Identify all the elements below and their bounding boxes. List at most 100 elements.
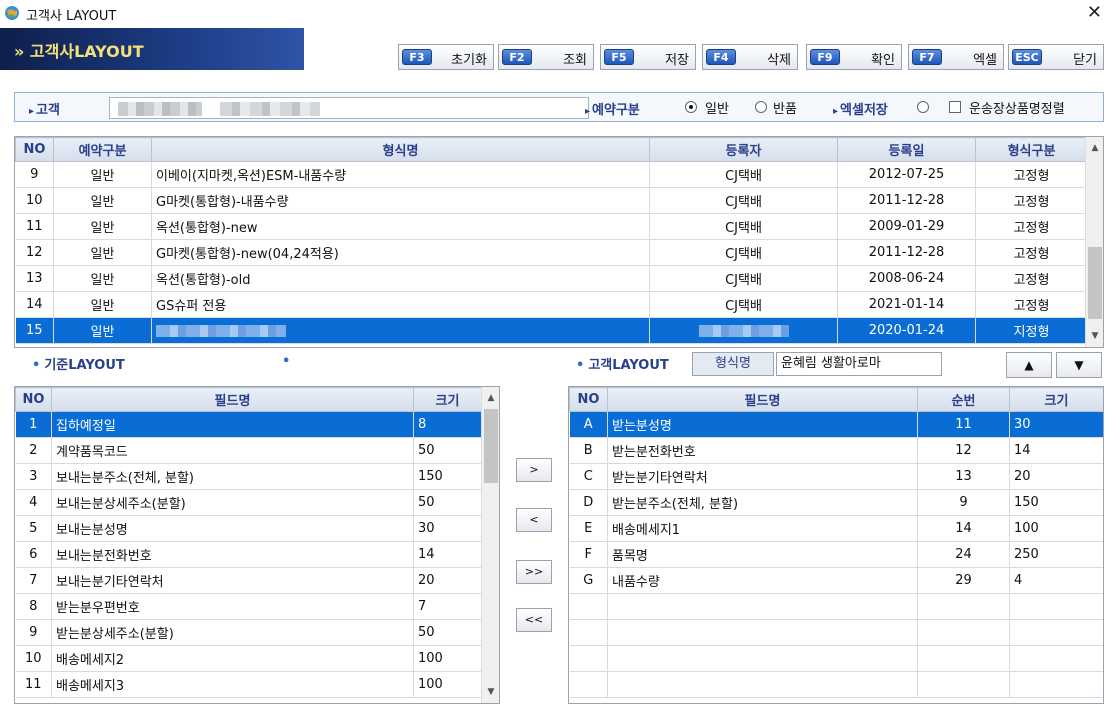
cust-field-cell: 받는분전화번호: [607, 437, 918, 464]
col-format-name[interactable]: 형식명: [151, 137, 650, 162]
col-no[interactable]: NO: [15, 387, 52, 412]
excel-button[interactable]: F7 엑셀: [908, 44, 1004, 70]
table-row[interactable]: 2 계약품목코드 50: [15, 437, 482, 464]
format-name-label: 형식명: [692, 352, 774, 376]
cust-field-cell: 20: [1009, 463, 1103, 490]
table-row[interactable]: A 받는분성명 11 30: [569, 411, 1103, 438]
window-title: 고객사 LAYOUT: [26, 9, 117, 24]
table-row[interactable]: B 받는분전화번호 12 14: [569, 437, 1103, 464]
save-button[interactable]: F5 저장: [600, 44, 696, 70]
close-label: 닫기: [1073, 53, 1097, 68]
table-row[interactable]: 9 받는분상세주소(분할) 50: [15, 619, 482, 646]
bullet-icon: •: [282, 354, 291, 369]
scroll-up-icon[interactable]: ▲: [482, 389, 499, 407]
base-layout-table: NO 필드명 크기 1 집하예정일 8 2 계약품목코드 50 3 보내는분주소(전체, 분할…: [15, 387, 482, 698]
confirm-button[interactable]: F9 확인: [806, 44, 902, 70]
scroll-thumb[interactable]: [1088, 247, 1102, 319]
add-all-fields-button[interactable]: >>: [516, 560, 552, 584]
cust-field-cell: [607, 671, 918, 698]
table-row[interactable]: 10 배송메세지2 100: [15, 645, 482, 672]
base-field-cell: 7: [413, 593, 482, 620]
reset-label: 초기화: [451, 53, 487, 68]
col-field-name[interactable]: 필드명: [607, 387, 918, 412]
table-row[interactable]: 1 집하예정일 8: [15, 411, 482, 438]
col-format-type[interactable]: 형식구분: [975, 137, 1088, 162]
format-cell: 15: [15, 317, 54, 344]
remove-field-button[interactable]: <: [516, 508, 552, 532]
search-button[interactable]: F2 조회: [498, 44, 594, 70]
table-row[interactable]: 6 보내는분전화번호 14: [15, 541, 482, 568]
delete-button[interactable]: F4 삭제: [702, 44, 798, 70]
customer-input[interactable]: [109, 97, 589, 119]
table-row[interactable]: 11 배송메세지3 100: [15, 671, 482, 698]
table-row[interactable]: 3 보내는분주소(전체, 분할) 150: [15, 463, 482, 490]
close-button[interactable]: ESC 닫기: [1008, 44, 1104, 70]
cust-field-cell: 14: [1009, 437, 1103, 464]
table-row[interactable]: 10 일반 G마켓(통합형)-내품수량 CJ택배 2011-12-28 고정형: [15, 187, 1088, 214]
col-reg-date[interactable]: 등록일: [837, 137, 976, 162]
table-row[interactable]: 14 일반 GS슈퍼 전용 CJ택배 2021-01-14 고정형: [15, 291, 1088, 318]
format-cell: 고정형: [975, 239, 1088, 266]
cust-field-cell: 29: [917, 567, 1010, 594]
delete-label: 삭제: [767, 53, 791, 68]
table-row[interactable]: 15 일반 2020-01-24 지정형: [15, 317, 1088, 344]
add-field-button[interactable]: >: [516, 458, 552, 482]
move-down-button[interactable]: ▼: [1056, 352, 1102, 378]
table-row[interactable]: 12 일반 G마켓(통합형)-new(04,24적용) CJ택배 2011-12-28 고…: [15, 239, 1088, 266]
arrow-right-icon: ▸: [29, 106, 35, 117]
table-row[interactable]: C 받는분기타연락처 13 20: [569, 463, 1103, 490]
table-row[interactable]: [569, 671, 1103, 698]
format-cell: 2008-06-24: [837, 265, 976, 292]
col-size[interactable]: 크기: [413, 387, 482, 412]
move-up-button[interactable]: ▲: [1006, 352, 1052, 378]
excel-save-label: ▸ 엑셀저장: [833, 103, 888, 118]
sort-checkbox[interactable]: [949, 101, 961, 113]
col-no[interactable]: NO: [569, 387, 608, 412]
reset-button[interactable]: F3 초기화: [398, 44, 494, 70]
base-layout-scrollbar[interactable]: ▲ ▼: [481, 387, 499, 703]
format-cell: 일반: [53, 161, 152, 188]
col-field-name[interactable]: 필드명: [51, 387, 414, 412]
table-row[interactable]: 9 일반 이베이(지마켓,옥션)ESM-내품수량 CJ택배 2012-07-25 고정형: [15, 161, 1088, 188]
format-cell: 13: [15, 265, 54, 292]
table-row[interactable]: 11 일반 옥션(통합형)-new CJ택배 2009-01-29 고정형: [15, 213, 1088, 240]
scroll-down-icon[interactable]: ▼: [1086, 327, 1103, 345]
format-cell: 고정형: [975, 213, 1088, 240]
table-row[interactable]: E 배송메세지1 14 100: [569, 515, 1103, 542]
format-cell: 옥션(통합형)-new: [151, 213, 650, 240]
base-field-cell: 2: [15, 437, 52, 464]
radio-return[interactable]: [755, 101, 767, 113]
radio-excel-save[interactable]: [917, 101, 929, 113]
radio-normal[interactable]: [685, 101, 697, 113]
col-no[interactable]: NO: [15, 137, 54, 162]
col-size[interactable]: 크기: [1009, 387, 1103, 412]
table-row[interactable]: [569, 645, 1103, 672]
table-row[interactable]: 5 보내는분성명 30: [15, 515, 482, 542]
base-field-cell: 1: [15, 411, 52, 438]
table-row[interactable]: 8 받는분우편번호 7: [15, 593, 482, 620]
table-row[interactable]: F 품목명 24 250: [569, 541, 1103, 568]
cust-field-cell: [607, 619, 918, 646]
cust-field-cell: 받는분주소(전체, 분할): [607, 489, 918, 516]
table-row[interactable]: 13 일반 옥션(통합형)-old CJ택배 2008-06-24 고정형: [15, 265, 1088, 292]
base-field-cell: 100: [413, 671, 482, 698]
cust-field-cell: 250: [1009, 541, 1103, 568]
table-row[interactable]: D 받는분주소(전체, 분할) 9 150: [569, 489, 1103, 516]
table-row[interactable]: [569, 593, 1103, 620]
search-panel: ▸ 고객 ▸ 예약구분 일반 반품 ▸ 엑셀저장 운송장상품명정렬: [14, 92, 1104, 122]
scroll-down-icon[interactable]: ▼: [482, 683, 499, 701]
col-order[interactable]: 순번: [917, 387, 1010, 412]
close-icon[interactable]: ✕: [1087, 2, 1102, 23]
table-row[interactable]: 4 보내는분상세주소(분할) 50: [15, 489, 482, 516]
table-row[interactable]: G 내품수량 29 4: [569, 567, 1103, 594]
base-field-cell: 보내는분전화번호: [51, 541, 414, 568]
col-reservation-type[interactable]: 예약구분: [53, 137, 152, 162]
format-name-field[interactable]: 윤혜림 생활아로마: [776, 352, 942, 376]
table-row[interactable]: [569, 619, 1103, 646]
format-list-scrollbar[interactable]: ▲ ▼: [1085, 137, 1103, 347]
scroll-up-icon[interactable]: ▲: [1086, 139, 1103, 157]
remove-all-fields-button[interactable]: <<: [516, 608, 552, 632]
col-registrant[interactable]: 등록자: [649, 137, 838, 162]
scroll-thumb[interactable]: [484, 409, 498, 483]
table-row[interactable]: 7 보내는분기타연락처 20: [15, 567, 482, 594]
